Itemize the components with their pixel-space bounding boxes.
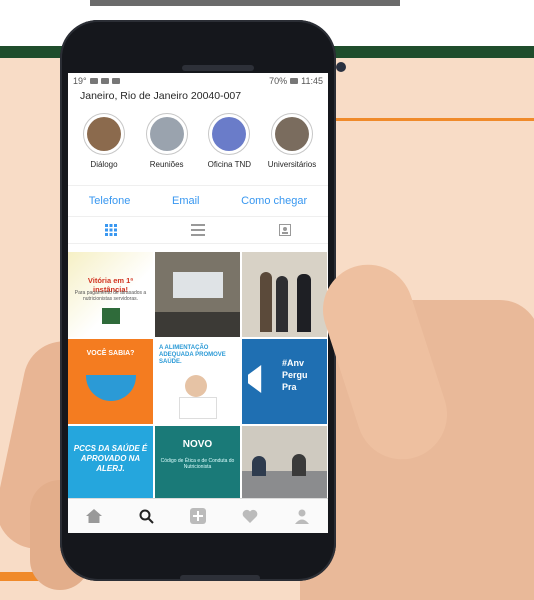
highlight-label: Universitários <box>267 160 317 169</box>
notification-icon <box>111 78 120 84</box>
post-tile[interactable]: #Anv Pergu Pra <box>242 339 327 424</box>
highlight-image <box>212 117 247 151</box>
highlight-reunioes[interactable]: Reuniões <box>137 113 197 181</box>
list-icon[interactable] <box>190 223 205 237</box>
status-bar: 19° 70% 11:45 <box>68 73 328 89</box>
person <box>252 456 266 476</box>
person <box>276 276 288 332</box>
tagged-icon[interactable] <box>278 223 292 237</box>
phone-bottom-speaker <box>180 575 260 581</box>
post-tile[interactable] <box>155 252 240 337</box>
highlight-label: Reuniões <box>149 160 184 169</box>
audience <box>155 312 240 337</box>
story-highlights: Diálogo Reuniões Oficina TND Universitár… <box>68 103 328 181</box>
post-title: VOCÊ SABIA? <box>86 350 135 357</box>
post-title: NOVO <box>182 439 213 450</box>
person-photo <box>185 375 207 397</box>
post-tile[interactable]: Vitória em 1ª instância! Para pagamento … <box>68 252 153 337</box>
grid-icon[interactable] <box>104 223 118 237</box>
megaphone-icon <box>248 365 262 393</box>
phone-speaker <box>182 65 254 71</box>
person <box>297 274 311 332</box>
person <box>260 272 272 332</box>
decorative-line <box>330 118 534 121</box>
highlight-label: Oficina TND <box>207 160 252 169</box>
add-icon[interactable] <box>189 507 207 525</box>
top-photo-strip <box>90 0 400 6</box>
highlight-oficina-tnd[interactable]: Oficina TND <box>199 113 259 181</box>
grid-icon-svg <box>105 224 118 236</box>
post-title: A ALIMENTAÇÃO ADEQUADA PROMOVE SAÚDE. <box>159 345 226 365</box>
view-tabs <box>68 217 328 244</box>
bowl-illustration <box>86 375 136 401</box>
phone-button[interactable]: Telefone <box>89 195 131 207</box>
bottom-navigation <box>68 498 328 533</box>
highlight-image <box>274 117 309 151</box>
battery-percent: 70% <box>269 76 288 86</box>
battery-icon <box>290 78 299 84</box>
home-icon[interactable] <box>85 507 103 525</box>
notification-icon <box>100 78 109 84</box>
temperature-text: 19° <box>73 76 87 86</box>
post-title: PCCS DA SAÚDE É APROVADO NA ALERJ. <box>73 444 148 473</box>
projection-screen <box>173 272 223 298</box>
phone-camera <box>336 62 346 72</box>
highlight-label: Diálogo <box>90 160 118 169</box>
posts-grid: Vitória em 1ª instância! Para pagamento … <box>68 252 328 511</box>
post-subtitle: Para pagamento de atrasados a nutricioni… <box>74 290 147 302</box>
heart-icon[interactable] <box>241 507 259 525</box>
highlight-image <box>87 117 121 151</box>
highlight-image <box>149 117 184 151</box>
notification-icon <box>89 78 98 84</box>
profile-address[interactable]: Janeiro, Rio de Janeiro 20040-007 <box>68 89 328 103</box>
post-tile[interactable] <box>242 252 327 337</box>
post-subtitle: Código de Ética e de Conduta do Nutricio… <box>160 458 235 470</box>
directions-button[interactable]: Como chegar <box>241 195 307 207</box>
brand-logo <box>102 308 120 324</box>
phone-screen: 19° 70% 11:45 Janeiro, Rio de Janeiro 20… <box>68 73 328 533</box>
post-title: #Anv Pergu Pra <box>282 358 308 392</box>
contact-buttons: Telefone Email Como chegar <box>68 185 328 217</box>
highlight-dialogo[interactable]: Diálogo <box>74 113 134 181</box>
email-button[interactable]: Email <box>172 195 200 207</box>
post-tile[interactable]: VOCÊ SABIA? <box>68 339 153 424</box>
highlight-universitarios[interactable]: Universitários <box>262 113 322 181</box>
person <box>292 454 306 476</box>
search-icon[interactable] <box>137 507 155 525</box>
post-tile[interactable]: A ALIMENTAÇÃO ADEQUADA PROMOVE SAÚDE. <box>155 339 240 424</box>
clock: 11:45 <box>301 76 323 86</box>
profile-icon[interactable] <box>293 507 311 525</box>
coat <box>179 397 217 419</box>
